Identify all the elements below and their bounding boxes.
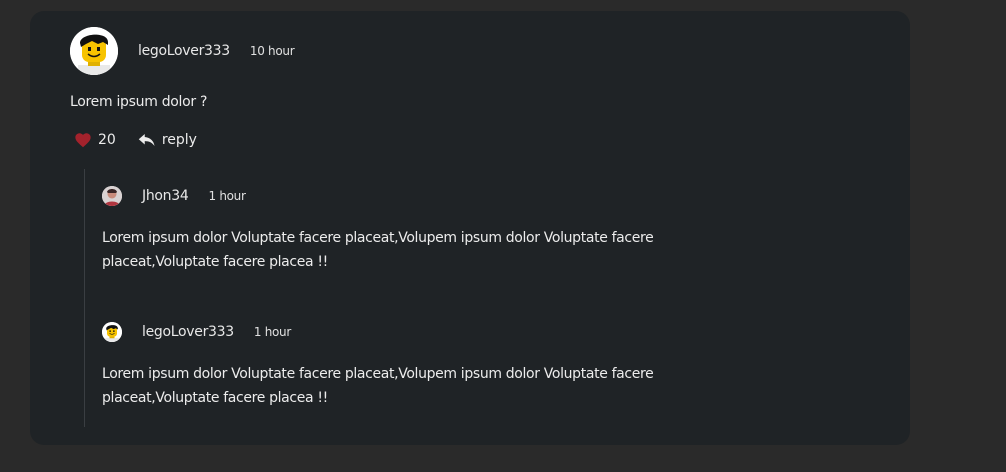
reply-time: 1 hour: [253, 325, 291, 339]
comment-card: legoLover333 10 hour Lorem ipsum dolor ?…: [30, 11, 910, 445]
reply-username[interactable]: Jhon34: [142, 188, 189, 204]
like-button[interactable]: 20: [74, 132, 116, 148]
comment-header: legoLover333 10 hour: [70, 27, 295, 75]
heart-icon: [75, 133, 91, 148]
comment-username[interactable]: legoLover333: [138, 43, 230, 59]
comment-actions: 20 reply: [74, 132, 197, 148]
lego-avatar-icon[interactable]: [102, 322, 122, 342]
comment-time: 10 hour: [249, 44, 295, 58]
lego-avatar-icon[interactable]: [70, 27, 118, 75]
reply-text: Lorem ipsum dolor Voluptate facere place…: [102, 230, 654, 270]
reply-label: reply: [161, 132, 197, 148]
reply-time: 1 hour: [208, 189, 246, 203]
reply-text: Lorem ipsum dolor Voluptate facere place…: [102, 366, 654, 406]
reply-item: legoLover333 1 hour Lorem ipsum dolor Vo…: [102, 322, 742, 410]
reply-arrow-icon: [138, 134, 155, 146]
reply-header: legoLover333 1 hour: [102, 322, 742, 342]
reply-button[interactable]: reply: [138, 132, 197, 148]
reply-header: Jhon34 1 hour: [102, 186, 742, 206]
comment-text: Lorem ipsum dolor ?: [70, 94, 208, 110]
like-count: 20: [98, 132, 116, 148]
thread-divider: [84, 169, 85, 427]
reply-username[interactable]: legoLover333: [142, 324, 234, 340]
reply-item: Jhon34 1 hour Lorem ipsum dolor Voluptat…: [102, 186, 742, 274]
user-photo-avatar[interactable]: [102, 186, 122, 206]
